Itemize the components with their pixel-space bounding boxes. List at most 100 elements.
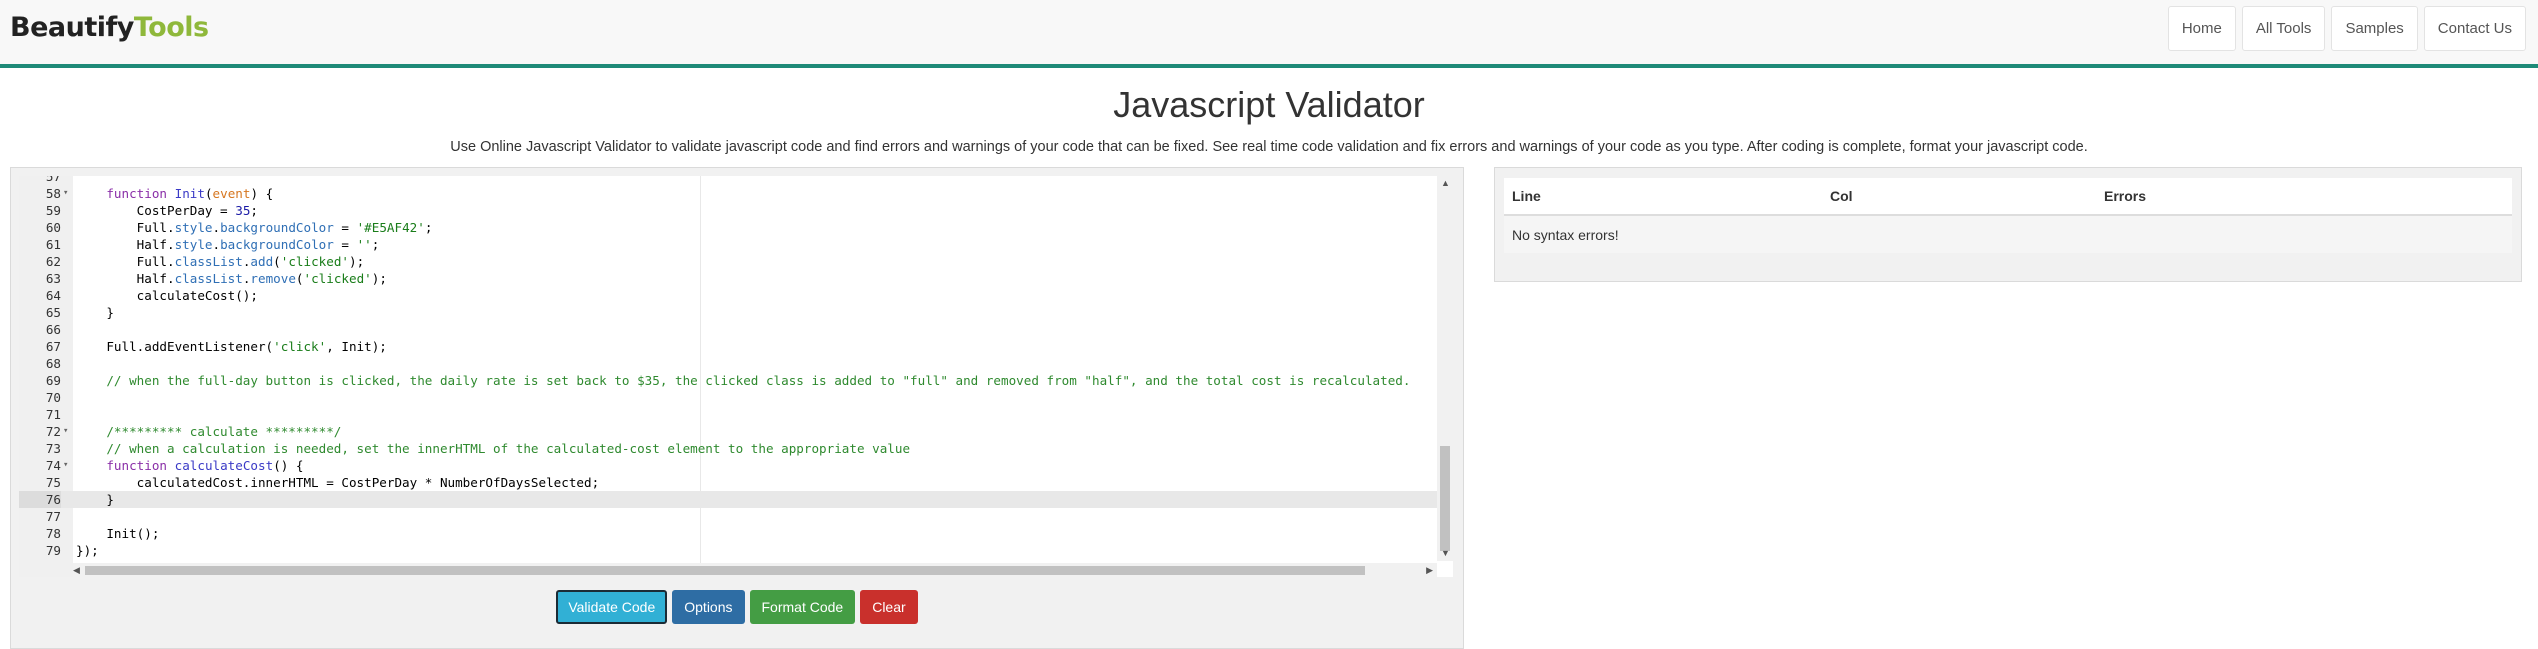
code-text: CostPerDay = 35; xyxy=(76,203,258,218)
code-line[interactable]: 60 Full.style.backgroundColor = '#E5AF42… xyxy=(19,219,1437,236)
line-number: 69 xyxy=(45,373,61,388)
line-number: 73 xyxy=(45,441,61,456)
line-number: 74 xyxy=(45,458,61,473)
code-line[interactable]: 59 CostPerDay = 35; xyxy=(19,202,1437,219)
code-line[interactable]: 74 ▾ function calculateCost() { xyxy=(19,457,1437,474)
line-number: 77 xyxy=(45,509,61,524)
column-errors: Errors xyxy=(2096,178,2512,216)
horizontal-scroll-thumb[interactable] xyxy=(85,566,1365,575)
code-line[interactable]: 65 } xyxy=(19,304,1437,321)
horizontal-scrollbar[interactable]: ◀ ▶ xyxy=(73,563,1437,577)
code-text: // when a calculation is needed, set the… xyxy=(76,441,911,456)
nav-home[interactable]: Home xyxy=(2167,6,2236,51)
code-text: } xyxy=(76,305,114,320)
options-button[interactable]: Options xyxy=(672,590,745,624)
code-line[interactable]: 72 ▾ /********* calculate *********/ xyxy=(19,423,1437,440)
validate-code-button[interactable]: Validate Code xyxy=(556,590,668,624)
page-description: Use Online Javascript Validator to valid… xyxy=(450,139,2088,155)
fold-arrow-icon[interactable]: ▾ xyxy=(63,185,68,202)
code-line[interactable]: 79}); xyxy=(19,542,1437,559)
page-title: Javascript Validator xyxy=(1113,84,1425,125)
line-number: 67 xyxy=(45,339,61,354)
code-text: calculatedCost.innerHTML = CostPerDay * … xyxy=(76,475,600,490)
results-header-row: Line Col Errors xyxy=(1504,178,2512,216)
fold-arrow-icon[interactable]: ▾ xyxy=(63,423,68,440)
line-number: 64 xyxy=(45,288,61,303)
line-number: 66 xyxy=(45,322,61,337)
code-text: Full.classList.add('clicked'); xyxy=(76,254,365,269)
scroll-up-icon[interactable]: ▲ xyxy=(1441,178,1450,188)
code-text: /********* calculate *********/ xyxy=(76,424,342,439)
clear-button[interactable]: Clear xyxy=(860,590,918,624)
code-line[interactable]: 78 Init(); xyxy=(19,525,1437,542)
line-number: 62 xyxy=(45,254,61,269)
code-line[interactable]: 57 xyxy=(19,176,1437,185)
logo[interactable]: BeautifyTools xyxy=(10,12,209,43)
scroll-left-icon[interactable]: ◀ xyxy=(73,565,80,576)
line-number: 70 xyxy=(45,390,61,405)
code-text: function Init(event) { xyxy=(106,186,274,201)
nav-samples[interactable]: Samples xyxy=(2331,6,2418,51)
format-code-button[interactable]: Format Code xyxy=(749,590,856,624)
line-number: 58 xyxy=(45,186,61,201)
code-text: Half.classList.remove('clicked'); xyxy=(76,271,387,286)
code-line[interactable]: 75 calculatedCost.innerHTML = CostPerDay… xyxy=(19,474,1437,491)
editor-actions: Validate Code Options Format Code Clear xyxy=(11,590,1463,624)
code-line[interactable]: 58 ▾ function Init(event) { xyxy=(19,185,1437,202)
code-text: Half.style.backgroundColor = ''; xyxy=(76,237,380,252)
line-number: 75 xyxy=(45,475,61,490)
vertical-scrollbar[interactable]: ▲ ▼ xyxy=(1437,176,1453,561)
code-line[interactable]: 68 xyxy=(19,355,1437,372)
table-row: No syntax errors! xyxy=(1504,215,2512,253)
code-line[interactable]: 62 Full.classList.add('clicked'); xyxy=(19,253,1437,270)
code-line[interactable]: 73 // when a calculation is needed, set … xyxy=(19,440,1437,457)
code-line[interactable]: 77 xyxy=(19,508,1437,525)
code-text: function calculateCost() { xyxy=(106,458,304,473)
code-text: Init(); xyxy=(76,526,160,541)
logo-text-tools: Tools xyxy=(133,12,209,43)
code-line[interactable]: 66 xyxy=(19,321,1437,338)
results-table: Line Col Errors No syntax errors! xyxy=(1504,178,2512,253)
line-number: 78 xyxy=(45,526,61,541)
line-number: 63 xyxy=(45,271,61,286)
code-line[interactable]: 71 xyxy=(19,406,1437,423)
logo-text-beautify: Beautify xyxy=(10,12,134,43)
vertical-scroll-thumb[interactable] xyxy=(1440,446,1450,551)
code-line[interactable]: 76 } xyxy=(19,491,1437,508)
site-header: BeautifyTools Home All Tools Samples Con… xyxy=(0,0,2538,68)
code-editor[interactable]: 57 58 ▾ function Init(event) {59 CostPerDa… xyxy=(19,176,1453,577)
code-line[interactable]: 63 Half.classList.remove('clicked'); xyxy=(19,270,1437,287)
scroll-right-icon[interactable]: ▶ xyxy=(1426,565,1433,576)
code-line[interactable]: 69 // when the full-day button is clicke… xyxy=(19,372,1437,389)
scroll-down-icon[interactable]: ▼ xyxy=(1441,548,1450,558)
code-text: } xyxy=(76,492,114,507)
editor-panel: 57 58 ▾ function Init(event) {59 CostPerDa… xyxy=(10,167,1464,649)
nav-all-tools[interactable]: All Tools xyxy=(2241,6,2326,51)
line-number: 61 xyxy=(45,237,61,252)
line-number: 59 xyxy=(45,203,61,218)
results-panel: Line Col Errors No syntax errors! xyxy=(1494,167,2522,282)
column-line: Line xyxy=(1504,178,1822,216)
line-number: 68 xyxy=(45,356,61,371)
top-nav: Home All Tools Samples Contact Us xyxy=(2167,6,2526,51)
code-text: // when the full-day button is clicked, … xyxy=(76,373,1411,388)
line-number: 57 xyxy=(45,176,61,184)
column-col: Col xyxy=(1822,178,2096,216)
code-text: }); xyxy=(76,543,99,558)
line-number: 79 xyxy=(45,543,61,558)
code-text: Full.style.backgroundColor = '#E5AF42'; xyxy=(76,220,433,235)
code-line[interactable]: 61 Half.style.backgroundColor = ''; xyxy=(19,236,1437,253)
line-number: 72 xyxy=(45,424,61,439)
code-text: calculateCost(); xyxy=(76,288,258,303)
line-number: 65 xyxy=(45,305,61,320)
code-text: Full.addEventListener('click', Init); xyxy=(76,339,387,354)
code-line[interactable]: 70 xyxy=(19,389,1437,406)
line-number: 71 xyxy=(45,407,61,422)
no-errors-message: No syntax errors! xyxy=(1504,215,2512,253)
fold-arrow-icon[interactable]: ▾ xyxy=(63,457,68,474)
nav-contact-us[interactable]: Contact Us xyxy=(2423,6,2526,51)
line-number: 60 xyxy=(45,220,61,235)
line-number: 76 xyxy=(19,491,61,508)
code-line[interactable]: 64 calculateCost(); xyxy=(19,287,1437,304)
code-line[interactable]: 67 Full.addEventListener('click', Init); xyxy=(19,338,1437,355)
